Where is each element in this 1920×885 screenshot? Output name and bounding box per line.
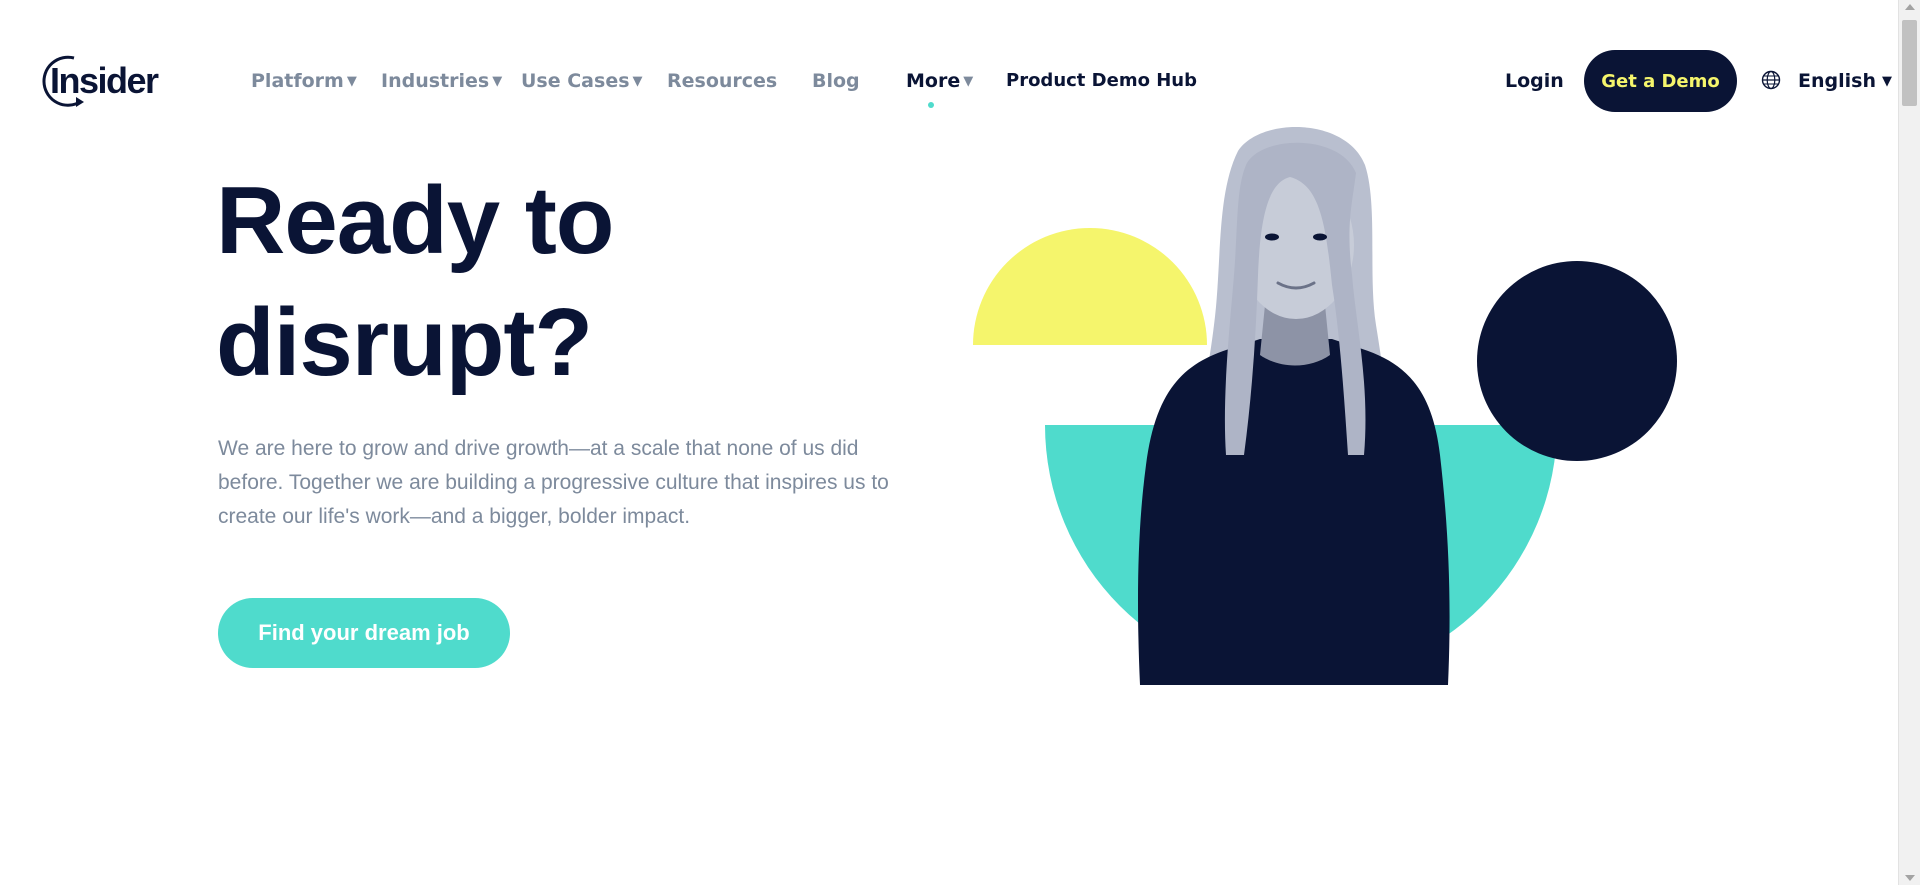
- caret-down-icon: ▼: [632, 73, 643, 89]
- page-scrollbar[interactable]: [1898, 0, 1920, 885]
- globe-icon[interactable]: [1761, 70, 1781, 90]
- nav-item-label: Industries: [381, 70, 490, 92]
- scroll-up-arrow-icon[interactable]: [1905, 4, 1915, 10]
- yellow-half-circle: [973, 228, 1207, 345]
- get-a-demo-button[interactable]: Get a Demo: [1584, 50, 1737, 112]
- nav-item-industries[interactable]: Industries ▼: [381, 70, 502, 92]
- language-label: English: [1798, 70, 1876, 92]
- caret-down-icon: ▼: [963, 73, 974, 89]
- caret-down-icon: ▼: [346, 73, 357, 89]
- navy-circle: [1477, 261, 1677, 461]
- nav-item-label: More: [906, 70, 961, 92]
- find-dream-job-button[interactable]: Find your dream job: [218, 598, 510, 668]
- nav-item-label: Blog: [812, 70, 860, 92]
- nav-item-label: Resources: [667, 70, 778, 92]
- nav-item-platform[interactable]: Platform ▼: [251, 70, 357, 92]
- caret-down-icon: ▼: [492, 73, 503, 89]
- hero-description: We are here to grow and drive growth—at …: [218, 437, 889, 528]
- nav-item-label: Platform: [251, 70, 344, 92]
- hero-title-line-2: disrupt?: [216, 289, 593, 396]
- logo-text: Insider: [50, 60, 159, 101]
- active-nav-indicator: [928, 102, 934, 108]
- nav-item-blog[interactable]: Blog: [812, 70, 860, 92]
- login-link[interactable]: Login: [1505, 70, 1564, 92]
- language-selector[interactable]: English ▼: [1798, 70, 1892, 92]
- hero-illustration: [973, 127, 1677, 685]
- hero-title-line-1: Ready to: [216, 167, 614, 274]
- scroll-thumb[interactable]: [1902, 20, 1917, 106]
- caret-down-icon: ▼: [1881, 73, 1892, 89]
- nav-item-label: Use Cases: [521, 70, 630, 92]
- nav-item-label: Product Demo Hub: [1006, 70, 1197, 91]
- nav-item-use-cases[interactable]: Use Cases ▼: [521, 70, 643, 92]
- page: Insider Platform ▼ Industries ▼ Use Case…: [0, 0, 1898, 885]
- person-photo: [1138, 127, 1450, 685]
- insider-logo[interactable]: Insider: [40, 52, 159, 110]
- nav-item-more[interactable]: More ▼: [906, 70, 973, 92]
- nav-item-resources[interactable]: Resources: [667, 70, 777, 92]
- nav-item-product-demo-hub[interactable]: Product Demo Hub: [1006, 70, 1197, 91]
- scroll-down-arrow-icon[interactable]: [1905, 875, 1915, 881]
- hero-title: Ready to disrupt?: [216, 160, 936, 404]
